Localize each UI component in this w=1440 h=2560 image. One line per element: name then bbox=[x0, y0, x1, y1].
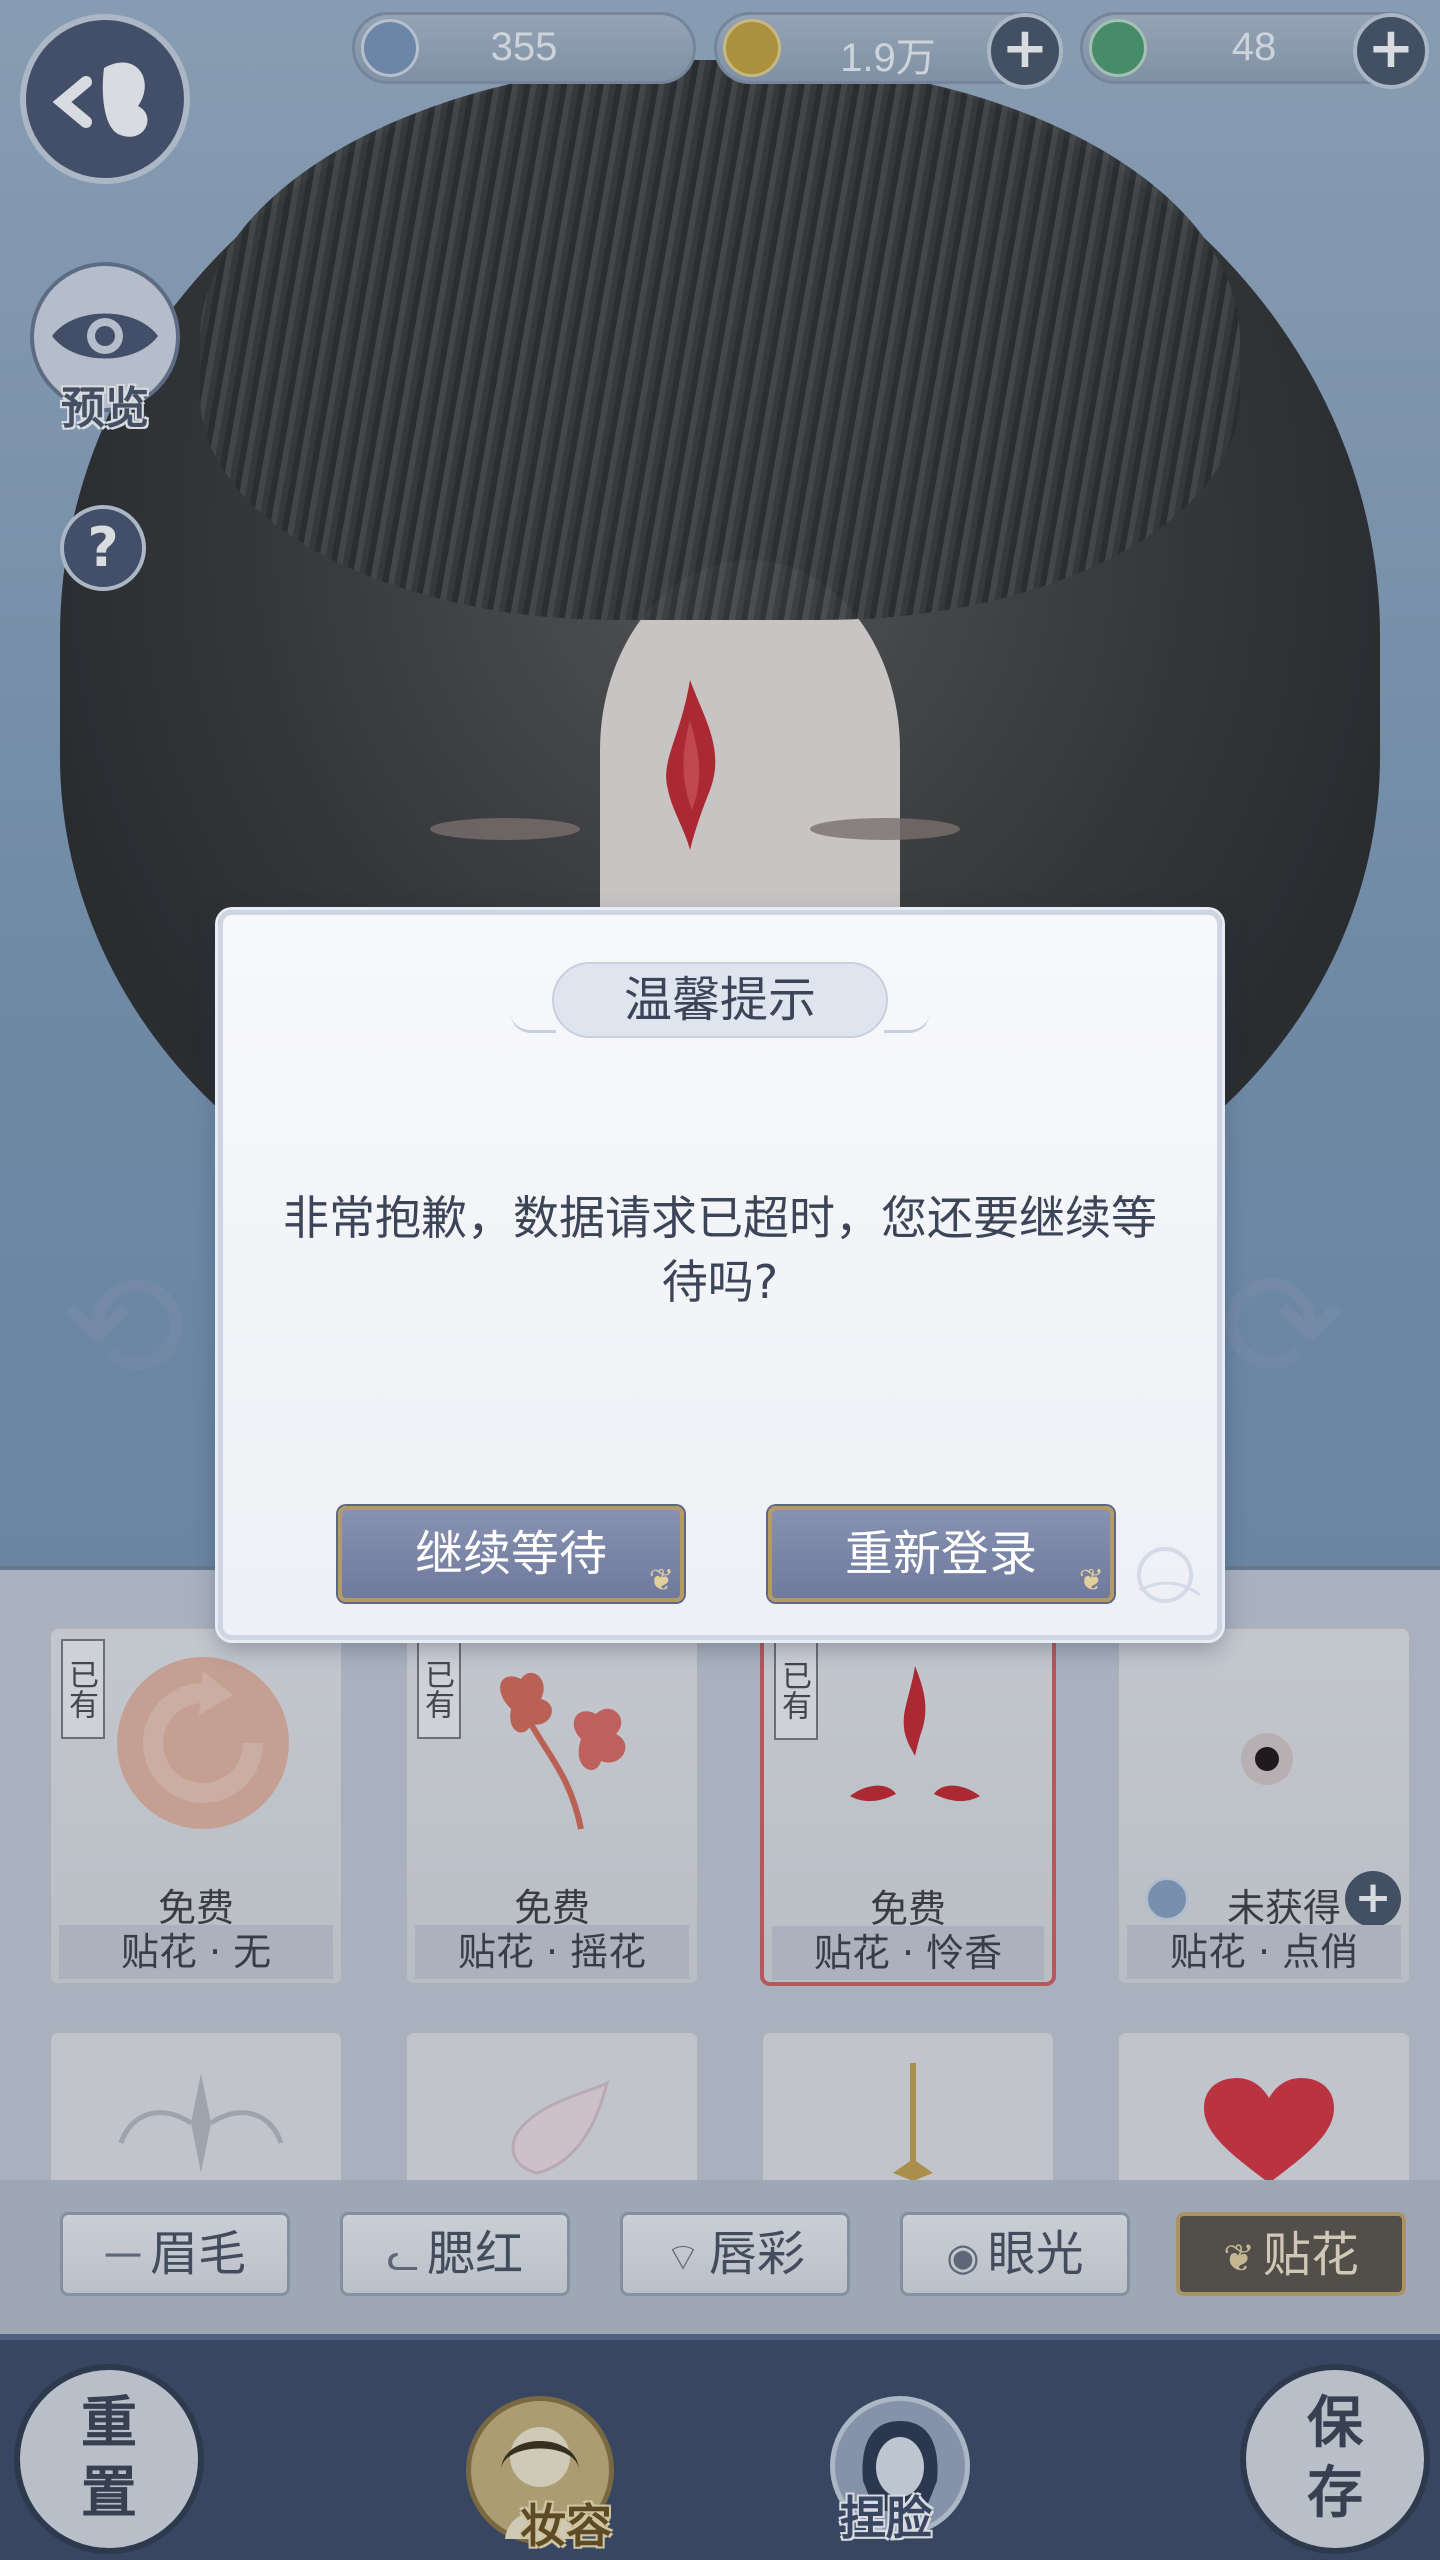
dialog-title: 温馨提示 bbox=[623, 972, 816, 1028]
dialog-corner-flower-icon bbox=[1137, 1547, 1201, 1603]
relogin-label: 重新登录 bbox=[844, 1526, 1037, 1582]
leaf-ornament-icon: ❦ bbox=[1078, 1563, 1104, 1598]
dialog-message: 非常抱歉，数据请求已超时，您还要继续等待吗? bbox=[283, 1191, 1157, 1309]
relogin-button[interactable]: 重新登录 ❦ bbox=[768, 1506, 1114, 1602]
continue-waiting-label: 继续等待 bbox=[414, 1526, 607, 1582]
continue-waiting-button[interactable]: 继续等待 ❦ bbox=[338, 1506, 684, 1602]
leaf-ornament-icon: ❦ bbox=[648, 1563, 674, 1598]
